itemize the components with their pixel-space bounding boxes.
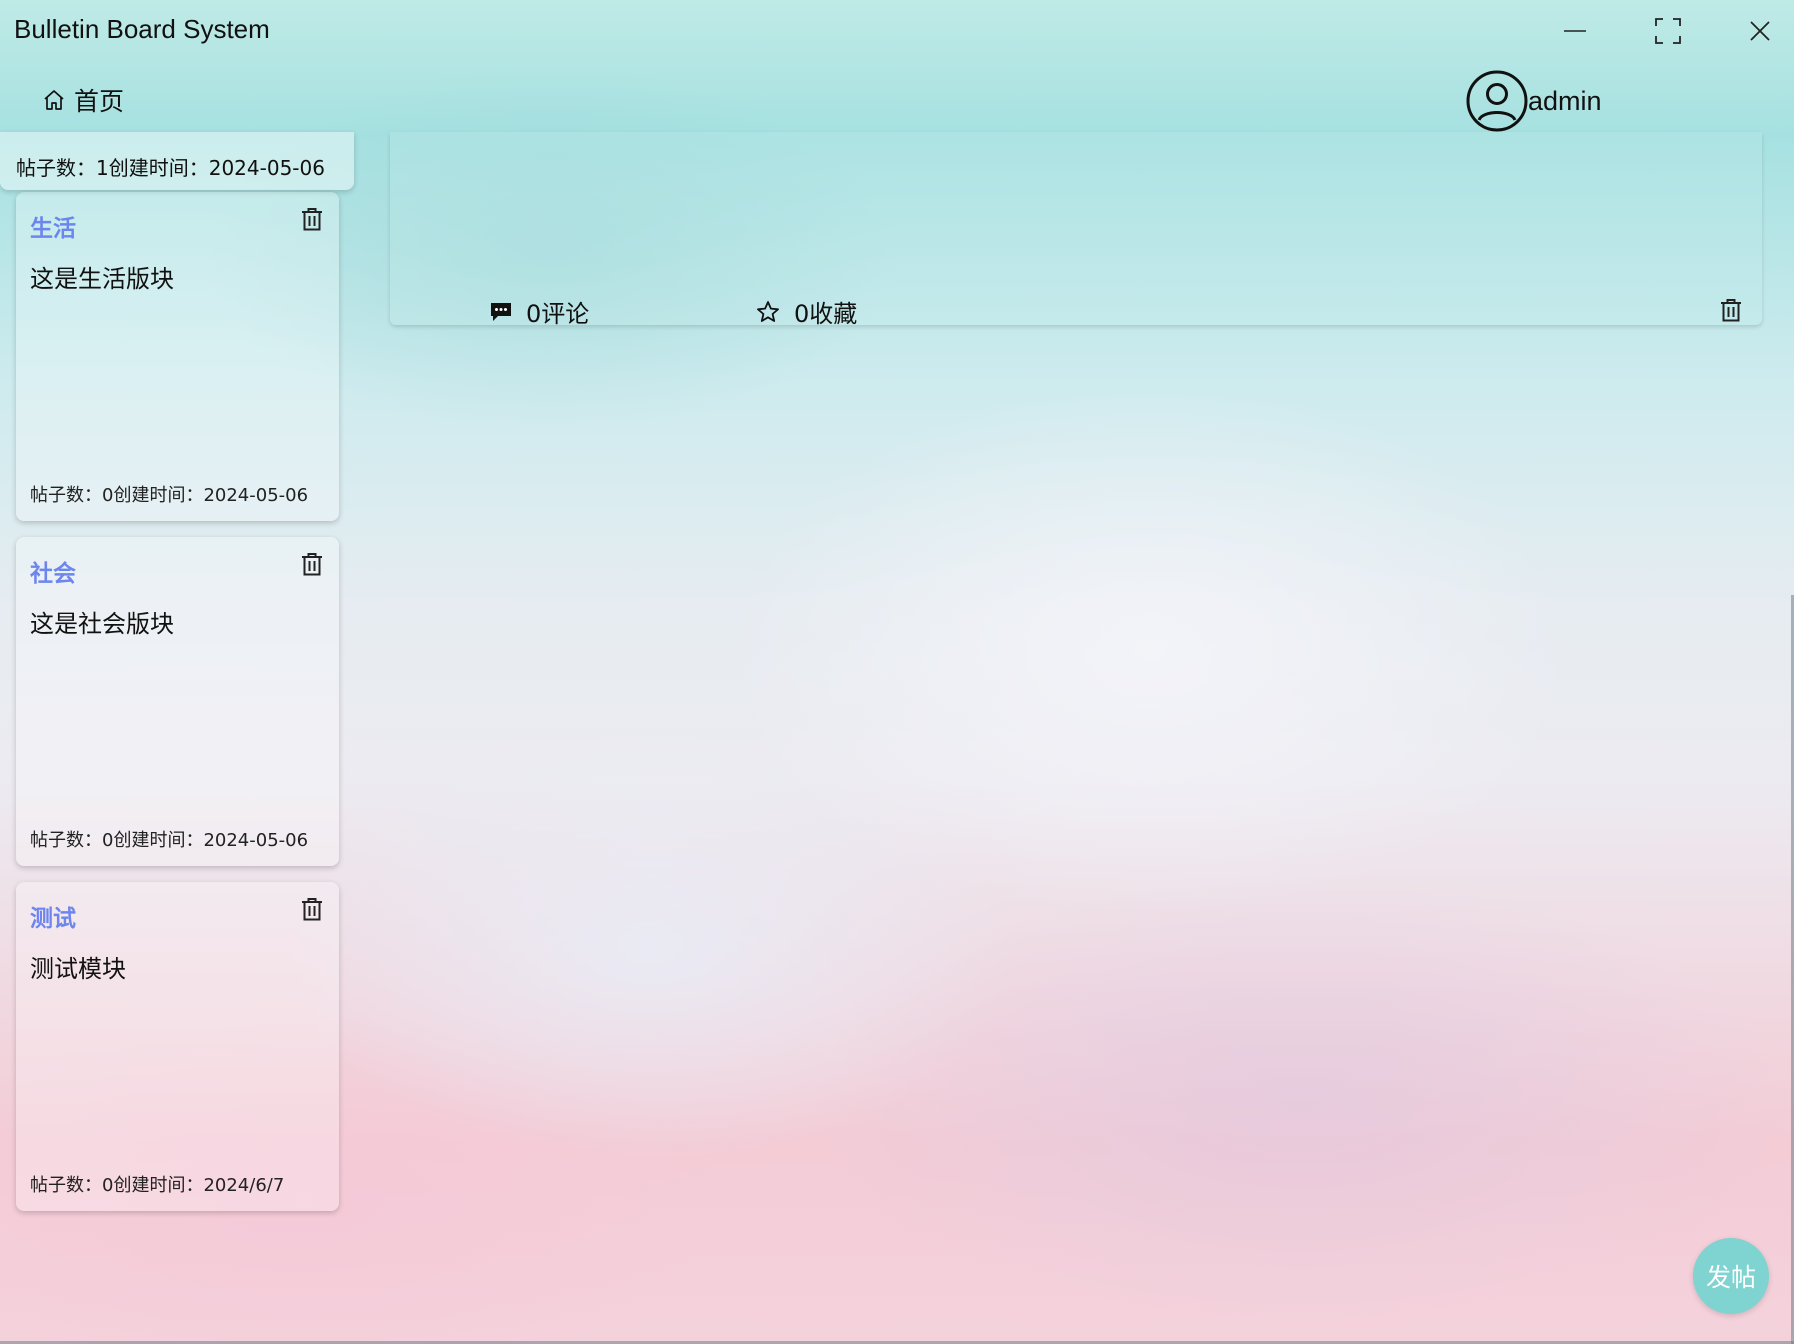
nav-home-label: 首页 xyxy=(74,87,125,116)
trash-icon xyxy=(302,898,322,921)
post-favorites[interactable]: 0收藏 xyxy=(756,294,857,329)
board-name: 测试 xyxy=(30,906,76,932)
close-icon xyxy=(1750,21,1770,41)
trash-icon xyxy=(302,553,322,576)
post-card[interactable]: 0评论 0收藏 xyxy=(390,132,1762,328)
board-meta: 帖子数：0创建时间：2024/6/7 xyxy=(30,1175,285,1196)
title-bar: Bulletin Board System xyxy=(0,0,1794,62)
board-card[interactable]: 测试 测试模块 帖子数：0创建时间：2024/6/7 xyxy=(16,882,339,1211)
user-menu[interactable]: admin xyxy=(1466,70,1602,132)
maximize-icon xyxy=(1655,18,1681,44)
minimize-icon xyxy=(1564,30,1586,32)
board-meta: 帖子数：0创建时间：2024-05-06 xyxy=(30,830,309,851)
username: admin xyxy=(1528,85,1602,116)
app-title: Bulletin Board System xyxy=(14,14,270,44)
trash-icon xyxy=(1721,299,1741,322)
user-avatar-icon xyxy=(1466,70,1528,132)
board-card[interactable]: 社会 这是社会版块 帖子数：0创建时间：2024-05-06 xyxy=(16,537,339,866)
delete-board-button[interactable] xyxy=(299,896,325,922)
board-card[interactable]: 生活 这是生活版块 帖子数：0创建时间：2024-05-06 xyxy=(16,192,339,521)
close-button[interactable] xyxy=(1730,8,1790,54)
delete-board-button[interactable] xyxy=(299,206,325,232)
board-description: 这是社会版块 xyxy=(30,610,174,638)
board-name: 社会 xyxy=(30,561,76,587)
board-meta: 帖子数：0创建时间：2024-05-06 xyxy=(30,485,309,506)
board-card-partial[interactable]: 帖子数：1创建时间：2024-05-06 xyxy=(0,132,354,190)
board-description: 测试模块 xyxy=(30,955,126,983)
new-post-button[interactable]: 发帖 xyxy=(1693,1238,1769,1314)
nav-home-link[interactable]: 首页 xyxy=(42,82,124,118)
minimize-button[interactable] xyxy=(1545,8,1605,54)
delete-post-button[interactable] xyxy=(1718,297,1744,323)
maximize-button[interactable] xyxy=(1638,8,1698,54)
comment-icon xyxy=(491,302,511,321)
board-meta: 帖子数：1创建时间：2024-05-06 xyxy=(16,156,325,180)
comments-count-label: 0评论 xyxy=(526,300,590,328)
favorites-count-label: 0收藏 xyxy=(794,300,858,328)
star-icon xyxy=(757,300,779,322)
board-name: 生活 xyxy=(30,216,76,242)
board-description: 这是生活版块 xyxy=(30,265,174,293)
post-comments[interactable]: 0评论 xyxy=(490,294,589,329)
delete-board-button[interactable] xyxy=(299,551,325,577)
home-icon xyxy=(44,90,64,110)
trash-icon xyxy=(302,208,322,231)
